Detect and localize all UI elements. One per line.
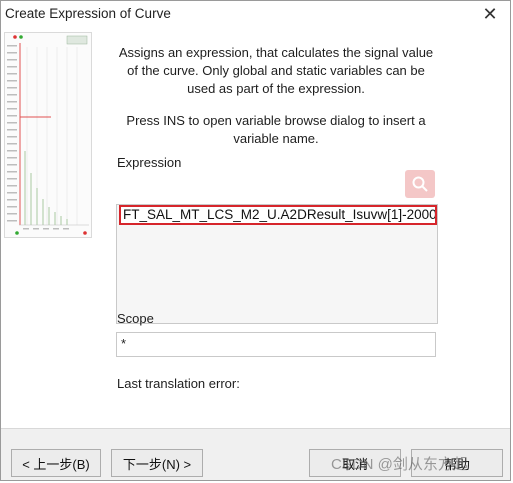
window-title: Create Expression of Curve — [5, 6, 171, 21]
last-translation-error-label: Last translation error: — [117, 376, 240, 391]
description-line: variable name. — [233, 131, 319, 146]
description-line: used as part of the expression. — [187, 81, 365, 96]
back-button[interactable]: < 上一步(B) — [11, 449, 101, 477]
close-button[interactable]: ✕ — [470, 1, 510, 28]
expression-label: Expression — [117, 155, 182, 170]
search-icon — [405, 170, 435, 198]
description-paragraph-2: Press INS to open variable browse dialog… — [111, 112, 441, 148]
close-icon: ✕ — [482, 4, 498, 24]
scope-input[interactable]: * — [116, 332, 436, 357]
expression-textarea[interactable]: FT_SAL_MT_LCS_M2_U.A2DResult_Isuvw[1]-20… — [116, 204, 438, 324]
create-expression-dialog: Create Expression of Curve ✕ Assigns an … — [0, 0, 511, 481]
description-paragraph-1: Assigns an expression, that calculates t… — [111, 44, 441, 98]
description-line: Assigns an expression, that calculates t… — [118, 45, 434, 60]
next-button[interactable]: 下一步(N) > — [111, 449, 203, 477]
description-line: Press INS to open variable browse dialog… — [126, 113, 426, 128]
description-line: of the curve. Only global and static var… — [127, 63, 425, 78]
scope-label: Scope — [117, 311, 154, 326]
wizard-page: Assigns an expression, that calculates t… — [1, 28, 510, 428]
title-bar: Create Expression of Curve ✕ — [1, 1, 510, 28]
expression-value[interactable]: FT_SAL_MT_LCS_M2_U.A2DResult_Isuvw[1]-20… — [119, 205, 437, 225]
footer-divider — [1, 428, 510, 429]
curve-preview-graphic — [5, 33, 91, 237]
watermark: CSDN @剑从东方起 — [331, 456, 468, 473]
curve-preview-thumbnail — [4, 32, 92, 238]
